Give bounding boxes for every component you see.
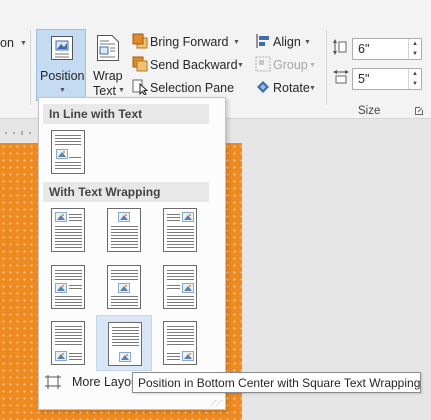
group-button[interactable]: Group <box>273 58 308 72</box>
wrap-text-icon <box>97 35 119 61</box>
align-button[interactable]: Align <box>273 35 301 49</box>
position-dropdown: In Line with Text With Text Wrapping Mor… <box>38 97 226 410</box>
position-top-left[interactable] <box>40 202 96 258</box>
chevron-up-icon[interactable]: ▲ <box>409 69 421 79</box>
position-bottom-left[interactable] <box>40 315 96 371</box>
chevron-down-icon: ▼ <box>233 39 240 46</box>
chevron-down-icon: ▼ <box>59 87 66 94</box>
layout-thumbnail-icon <box>163 265 197 309</box>
wrap-text-button[interactable]: Wrap Text ▼ <box>88 29 128 101</box>
send-backward-icon <box>132 56 148 72</box>
layout-thumbnail-icon <box>51 208 85 252</box>
send-backward-button[interactable]: Send Backward <box>150 58 238 72</box>
position-bottom-right[interactable] <box>152 315 208 371</box>
chevron-down-icon: ▼ <box>237 62 244 69</box>
shape-width-icon <box>333 70 349 84</box>
with-text-wrapping-header: With Text Wrapping <box>43 182 209 202</box>
group-icon <box>255 56 271 72</box>
layout-thumbnail-icon <box>51 130 85 174</box>
position-icon <box>51 36 73 60</box>
layout-thumbnail-icon <box>107 208 141 252</box>
width-spinner[interactable]: ▲ ▼ <box>408 69 421 89</box>
shape-width-input[interactable]: 5" ▲ ▼ <box>352 68 422 90</box>
layout-thumbnail-icon <box>163 208 197 252</box>
width-value: 5" <box>358 72 370 86</box>
bring-forward-button[interactable]: Bring Forward <box>150 35 229 49</box>
tooltip: Position in Bottom Center with Square Te… <box>132 372 421 393</box>
align-icon <box>256 34 269 48</box>
bring-forward-icon <box>132 33 148 49</box>
height-value: 6" <box>358 42 370 56</box>
wrap-text-label-1: Wrap <box>93 69 123 83</box>
layout-thumbnail-icon <box>163 321 197 365</box>
position-middle-left[interactable] <box>40 259 96 315</box>
chevron-down-icon: ▼ <box>309 85 316 92</box>
dialog-launcher-icon[interactable] <box>415 107 423 115</box>
layout-thumbnail-icon <box>51 321 85 365</box>
chevron-down-icon[interactable]: ▼ <box>409 79 421 89</box>
layout-thumbnail-icon <box>51 265 85 309</box>
position-middle-center[interactable] <box>96 259 152 315</box>
wrap-text-label-2: Text <box>93 84 116 98</box>
position-top-right[interactable] <box>152 202 208 258</box>
group-divider <box>30 30 31 105</box>
position-button[interactable]: Position ▼ <box>36 29 86 101</box>
group-divider <box>326 30 327 105</box>
position-in-line-with-text[interactable] <box>40 124 96 180</box>
chevron-down-icon: ▼ <box>118 87 125 94</box>
height-spinner[interactable]: ▲ ▼ <box>408 39 421 59</box>
position-top-center[interactable] <box>96 202 152 258</box>
position-label: Position <box>40 69 85 83</box>
shape-height-input[interactable]: 6" ▲ ▼ <box>352 38 422 60</box>
chevron-down-icon[interactable]: ▼ <box>409 49 421 59</box>
resize-grip-icon[interactable]: ⋰⋰ <box>210 399 223 407</box>
selection-pane-button[interactable]: Selection Pane <box>150 81 234 95</box>
position-middle-right[interactable] <box>152 259 208 315</box>
layout-thumbnail-icon <box>107 265 141 309</box>
size-group-label: Size <box>358 105 381 117</box>
chevron-down-icon: ▼ <box>309 62 316 69</box>
shape-height-icon <box>333 39 347 55</box>
selection-pane-icon <box>132 79 148 95</box>
chevron-down-icon: ▼ <box>304 39 311 46</box>
chevron-up-icon[interactable]: ▲ <box>409 39 421 49</box>
rotate-button[interactable]: Rotate <box>273 81 310 95</box>
layout-options-icon <box>45 375 61 389</box>
inline-with-text-header: In Line with Text <box>43 104 209 124</box>
layout-thumbnail-icon <box>108 322 142 366</box>
chevron-down-icon: ▼ <box>20 40 27 47</box>
rotate-icon <box>257 81 269 93</box>
position-bottom-center[interactable] <box>96 315 152 371</box>
partial-ribbon-button[interactable]: on <box>0 36 14 50</box>
